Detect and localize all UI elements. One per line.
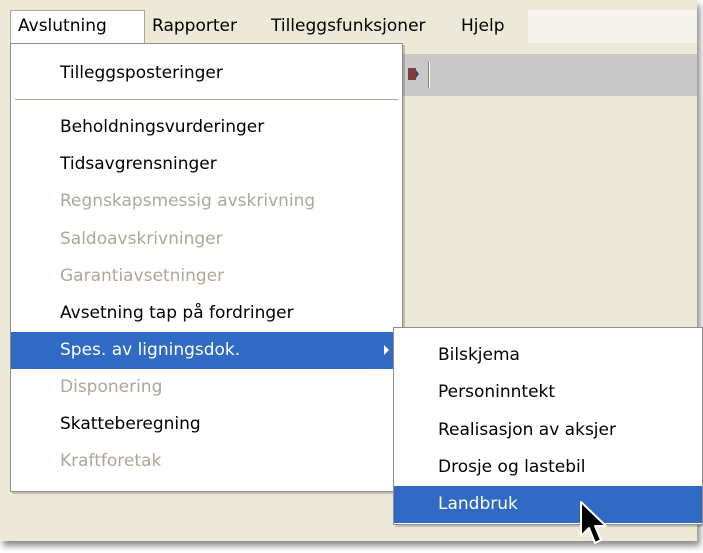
menu-separator bbox=[15, 99, 398, 100]
triangle-right-icon bbox=[384, 345, 389, 355]
menu-item-spes-label: Spes. av ligningsdok. bbox=[60, 340, 241, 360]
menu-rapporter[interactable]: Rapporter bbox=[145, 10, 244, 43]
menu-tilleggsfunksjoner[interactable]: Tilleggsfunksjoner bbox=[264, 10, 433, 43]
menu-item-disponering: Disponering bbox=[60, 377, 163, 397]
menu-hjelp[interactable]: Hjelp bbox=[454, 10, 511, 43]
toolbar-icon[interactable] bbox=[406, 66, 420, 82]
submenu-item-landbruk[interactable]: Landbruk bbox=[394, 486, 702, 523]
menu-item-skatteberegning[interactable]: Skatteberegning bbox=[11, 406, 402, 443]
menu-item-saldoavskrivninger: Saldoavskrivninger bbox=[60, 229, 223, 249]
menu-item-beholdningsvurderinger[interactable]: Beholdningsvurderinger bbox=[11, 109, 402, 146]
menu-bar: Avslutning Rapporter Tilleggsfunksjoner … bbox=[10, 10, 528, 43]
menu-item-regnskapsmessig-avskrivning: Regnskapsmessig avskrivning bbox=[60, 191, 316, 211]
avslutning-dropdown: Tilleggsposteringer Beholdningsvurdering… bbox=[10, 43, 403, 492]
menu-item-spes-av-ligningsdok[interactable]: Spes. av ligningsdok. bbox=[11, 332, 402, 369]
submenu-item-personinntekt[interactable]: Personinntekt bbox=[394, 374, 702, 411]
menu-item-tidsavgrensninger[interactable]: Tidsavgrensninger bbox=[11, 146, 402, 183]
menu-item-avsetning-tap[interactable]: Avsetning tap på fordringer bbox=[11, 295, 402, 332]
menu-item-garantiavsetninger: Garantiavsetninger bbox=[60, 266, 225, 286]
spes-submenu: Bilskjema Personinntekt Realisasjon av a… bbox=[393, 327, 703, 525]
submenu-item-realisasjon-av-aksjer[interactable]: Realisasjon av aksjer bbox=[394, 412, 702, 449]
menu-bar-empty-area bbox=[528, 10, 697, 43]
menu-avslutning[interactable]: Avslutning bbox=[10, 10, 145, 43]
submenu-item-drosje-og-lastebil[interactable]: Drosje og lastebil bbox=[394, 449, 702, 486]
submenu-item-bilskjema[interactable]: Bilskjema bbox=[394, 337, 702, 374]
menu-item-kraftforetak: Kraftforetak bbox=[60, 451, 162, 471]
arrow-cursor-icon bbox=[580, 501, 607, 544]
menu-item-tilleggsposteringer[interactable]: Tilleggsposteringer bbox=[11, 55, 402, 92]
toolbar-separator bbox=[428, 62, 429, 88]
